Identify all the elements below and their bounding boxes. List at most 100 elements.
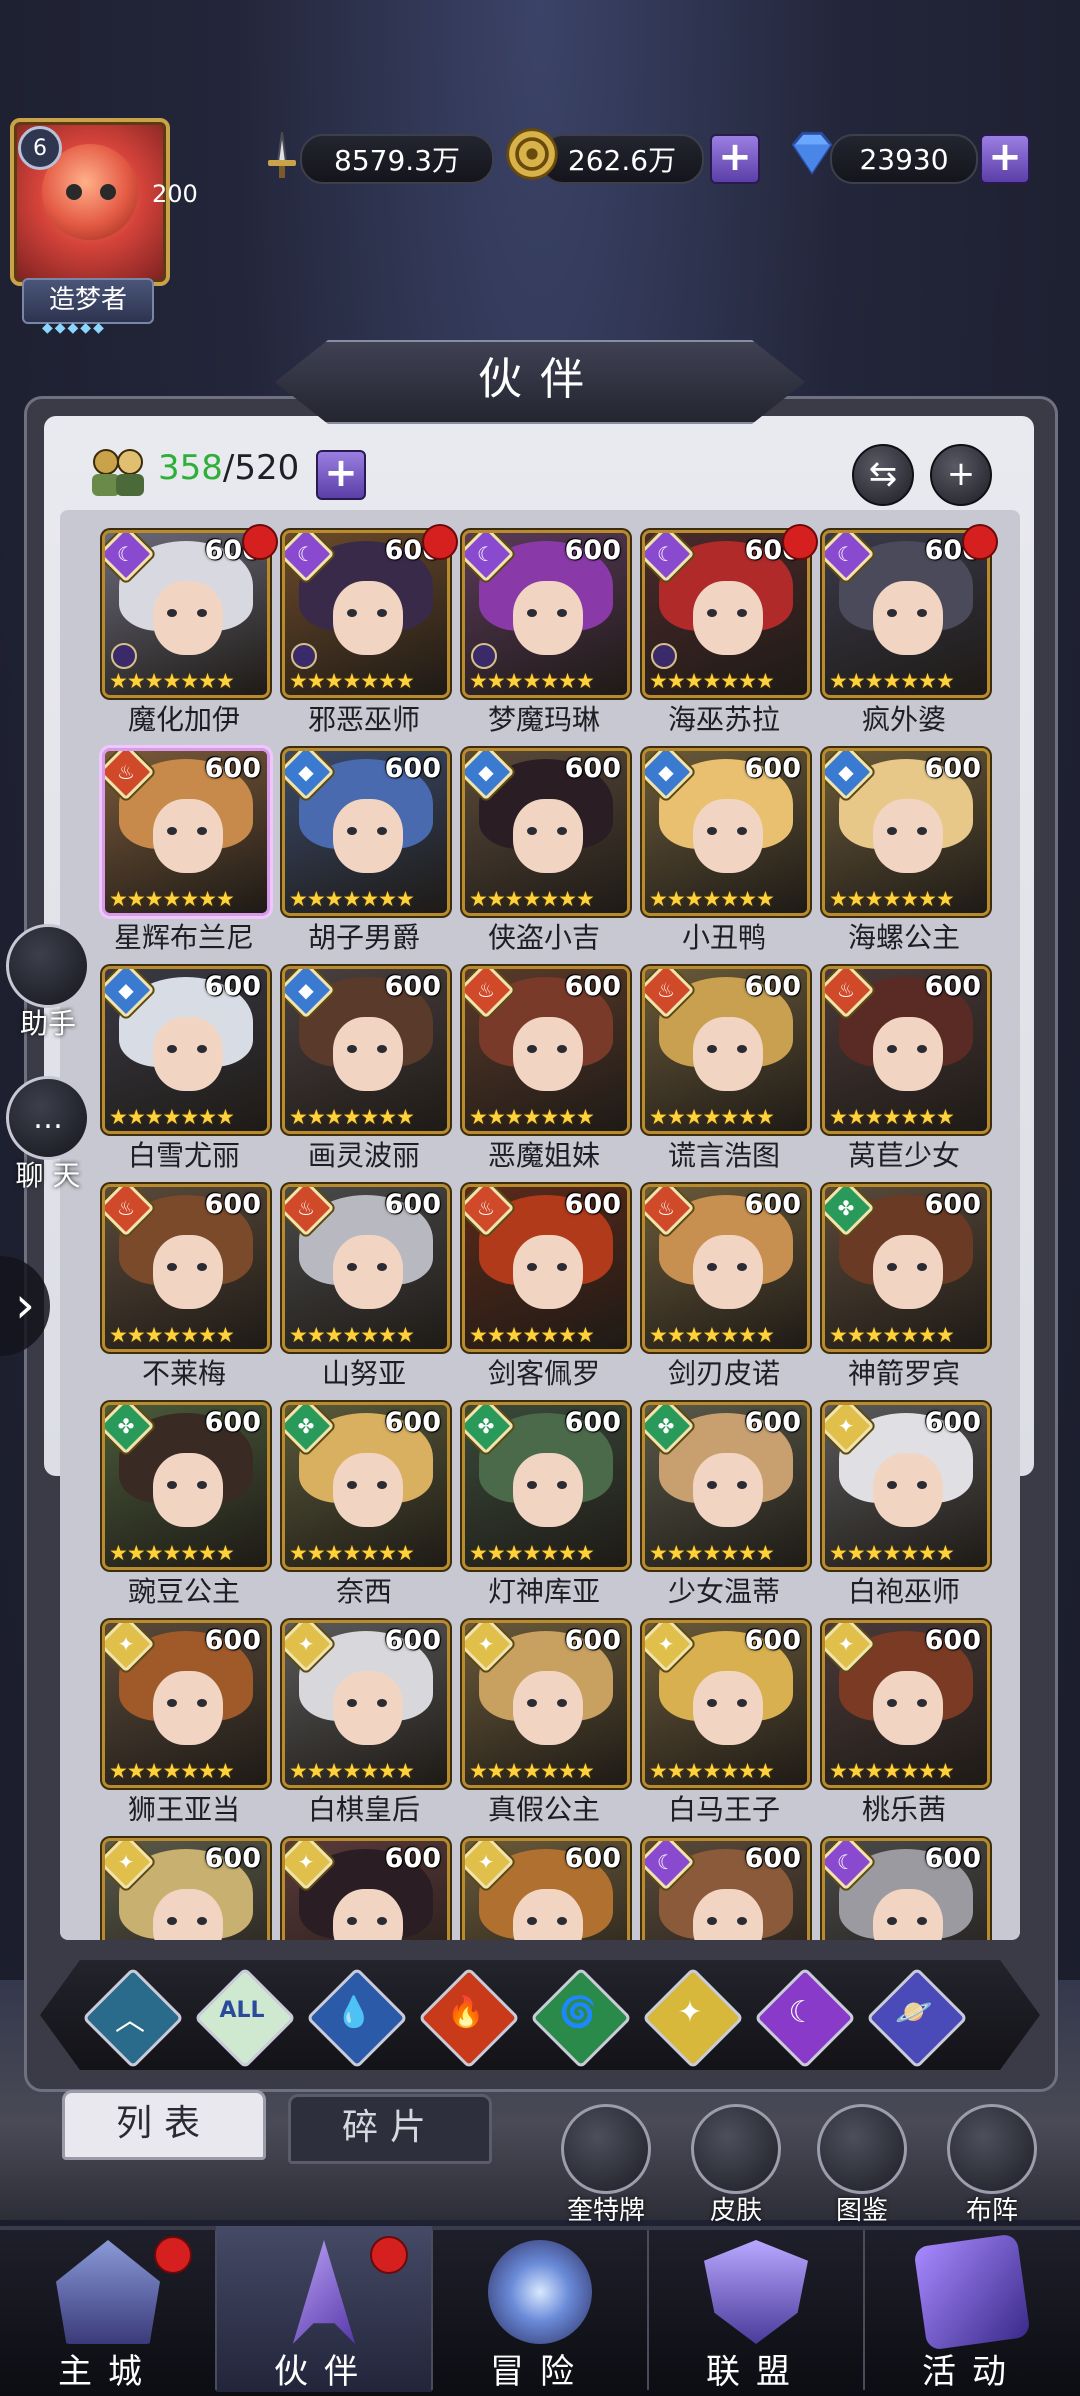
hero-card[interactable]: ✤ 600 ★★★★★★★ bbox=[642, 1402, 810, 1570]
hero-level: 600 bbox=[744, 971, 801, 1002]
nav-adventure[interactable]: 冒险 bbox=[432, 2226, 648, 2392]
nav-divider bbox=[647, 2230, 649, 2390]
hero-card[interactable]: ◆ 600 ★★★★★★★ bbox=[282, 966, 450, 1134]
hero-stars: ★★★★★★★ bbox=[109, 1323, 235, 1347]
hero-portrait-face bbox=[333, 1671, 403, 1745]
hero-stars: ★★★★★★★ bbox=[829, 1541, 955, 1565]
element-glyph: ✦ bbox=[117, 1632, 135, 1656]
hero-card[interactable]: ✤ 600 ★★★★★★★ bbox=[282, 1402, 450, 1570]
hero-card[interactable]: ◆ 600 ★★★★★★★ bbox=[102, 966, 270, 1134]
add-icon[interactable]: + bbox=[930, 444, 992, 506]
add-diamond-button[interactable]: + bbox=[980, 134, 1030, 184]
wind-element-icon: ✤ bbox=[825, 1187, 875, 1237]
hero-card[interactable]: ♨ 600 ★★★★★★★ bbox=[462, 1184, 630, 1352]
hero-card[interactable]: ♨ 600 ★★★★★★★ bbox=[642, 1184, 810, 1352]
add-gold-button[interactable]: + bbox=[710, 134, 760, 184]
cards-button[interactable]: 奎特牌 bbox=[556, 2104, 656, 2227]
filter-glyph: 🪐 bbox=[895, 1995, 933, 2030]
nav-alliance[interactable]: 联盟 bbox=[648, 2226, 864, 2392]
hero-card[interactable]: ♨ 600 ★★★★★★★ bbox=[642, 966, 810, 1134]
formation-button[interactable]: 布阵 bbox=[942, 2104, 1042, 2227]
hero-card[interactable]: ☾600★★★★★★★ bbox=[642, 530, 810, 698]
gold-coin-icon bbox=[504, 126, 560, 182]
light-element-icon: ✦ bbox=[285, 1841, 335, 1891]
hero-card[interactable]: ◆ 600 ★★★★★★★ bbox=[282, 748, 450, 916]
hero-card[interactable]: ◆ 600 ★★★★★★★ bbox=[822, 748, 990, 916]
hero-card[interactable]: ☾600★★★★★★★ bbox=[282, 530, 450, 698]
fire-element-icon: ♨ bbox=[285, 1187, 335, 1237]
hero-card[interactable]: ☾600★★★★★★★ bbox=[822, 1838, 990, 1940]
nav-partners-notification-dot bbox=[370, 2236, 408, 2274]
hero-card[interactable]: ◆ 600 ★★★★★★★ bbox=[642, 748, 810, 916]
light-element-icon: ✦ bbox=[825, 1623, 875, 1673]
capacity-count: /520 bbox=[222, 448, 300, 488]
owned-count: 358 bbox=[158, 448, 223, 488]
hero-card[interactable]: ✦600★★★★★★★ bbox=[642, 1620, 810, 1788]
hero-name: 莴苣少女 bbox=[847, 1139, 960, 1172]
player-count: 200 bbox=[152, 180, 198, 208]
hero-card[interactable]: ◆ 600 ★★★★★★★ bbox=[462, 748, 630, 916]
hero-card[interactable]: ✦600★★★★★★★ bbox=[822, 1620, 990, 1788]
hero-level: 600 bbox=[204, 971, 261, 1002]
hero-card[interactable]: ✤ 600 ★★★★★★★ bbox=[102, 1402, 270, 1570]
tab-list[interactable]: 列表 bbox=[62, 2090, 266, 2160]
hero-level: 600 bbox=[384, 753, 441, 784]
assistant-button[interactable]: 助手 bbox=[6, 924, 90, 1042]
hero-card[interactable]: ✦600★★★★★★★ bbox=[282, 1838, 450, 1940]
light-element-icon: ✦ bbox=[285, 1623, 335, 1673]
hero-name: 海螺公主 bbox=[847, 921, 960, 954]
hero-portrait-eye bbox=[167, 609, 177, 617]
hero-card[interactable]: ☾600★★★★★★★ bbox=[822, 530, 990, 698]
hero-stars: ★★★★★★★ bbox=[469, 1759, 595, 1783]
skins-button[interactable]: 皮肤 bbox=[686, 2104, 786, 2227]
hero-stars: ★★★★★★★ bbox=[829, 1105, 955, 1129]
hero-card[interactable]: ✦600★★★★★★★ bbox=[462, 1620, 630, 1788]
hero-portrait-eye bbox=[377, 1263, 387, 1271]
hero-card[interactable]: ♨ 600 ★★★★★★★ bbox=[102, 1184, 270, 1352]
hero-portrait-eye bbox=[707, 1045, 717, 1053]
nav-events[interactable]: 活动 bbox=[864, 2226, 1080, 2392]
hero-portrait-eye bbox=[557, 1481, 567, 1489]
formation-icon bbox=[947, 2104, 1037, 2194]
hero-card[interactable]: ✦600★★★★★★★ bbox=[822, 1402, 990, 1570]
nav-events-label: 活动 bbox=[922, 2352, 1022, 2392]
hero-card[interactable]: ✦600★★★★★★★ bbox=[462, 1838, 630, 1940]
hero-card[interactable]: ✦600★★★★★★★ bbox=[102, 1620, 270, 1788]
player-avatar[interactable]: 6 bbox=[10, 118, 170, 286]
hero-card[interactable]: ✤ 600 ★★★★★★★ bbox=[822, 1184, 990, 1352]
codex-button[interactable]: 图鉴 bbox=[812, 2104, 912, 2227]
hero-portrait-eye bbox=[347, 1699, 357, 1707]
moon-element-icon: ☾ bbox=[645, 1841, 695, 1891]
hero-card[interactable]: ☾600★★★★★★★ bbox=[462, 530, 630, 698]
hero-portrait-eye bbox=[347, 827, 357, 835]
swap-icon[interactable]: ⇆ bbox=[852, 444, 914, 506]
chat-button[interactable]: … 聊 天 bbox=[6, 1076, 90, 1194]
hero-card[interactable]: ✦600★★★★★★★ bbox=[282, 1620, 450, 1788]
hero-portrait-face bbox=[333, 799, 403, 873]
avatar-eye bbox=[66, 184, 82, 200]
hero-portrait-eye bbox=[197, 1263, 207, 1271]
tab-fragments[interactable]: 碎片 bbox=[288, 2094, 492, 2164]
hero-portrait-eye bbox=[707, 609, 717, 617]
hero-portrait-eye bbox=[707, 1263, 717, 1271]
chat-bubble-icon: … bbox=[6, 1076, 90, 1160]
hero-portrait-face bbox=[153, 1235, 223, 1309]
hero-stars: ★★★★★★★ bbox=[289, 1759, 415, 1783]
hero-card[interactable]: ♨ 600 ★★★★★★★ bbox=[282, 1184, 450, 1352]
hero-card[interactable]: ✤ 600 ★★★★★★★ bbox=[462, 1402, 630, 1570]
hero-portrait-face bbox=[693, 1889, 763, 1940]
compass-icon bbox=[488, 2240, 592, 2344]
hero-card[interactable]: ♨ 600 ★★★★★★★ bbox=[102, 748, 270, 916]
hero-portrait-face bbox=[513, 1017, 583, 1091]
hero-card[interactable]: ♨ 600 ★★★★★★★ bbox=[822, 966, 990, 1134]
hero-stars: ★★★★★★★ bbox=[289, 1541, 415, 1565]
hero-card[interactable]: ♨ 600 ★★★★★★★ bbox=[462, 966, 630, 1134]
hero-portrait-eye bbox=[377, 1699, 387, 1707]
hero-level: 600 bbox=[924, 753, 981, 784]
hero-portrait-face bbox=[873, 1017, 943, 1091]
hero-name: 桃乐茜 bbox=[861, 1793, 946, 1826]
hero-card[interactable]: ☾600★★★★★★★ bbox=[102, 530, 270, 698]
expand-capacity-button[interactable]: + bbox=[316, 450, 366, 500]
hero-card[interactable]: ☾600★★★★★★★ bbox=[642, 1838, 810, 1940]
hero-card[interactable]: ✦600★★★★★★★ bbox=[102, 1838, 270, 1940]
